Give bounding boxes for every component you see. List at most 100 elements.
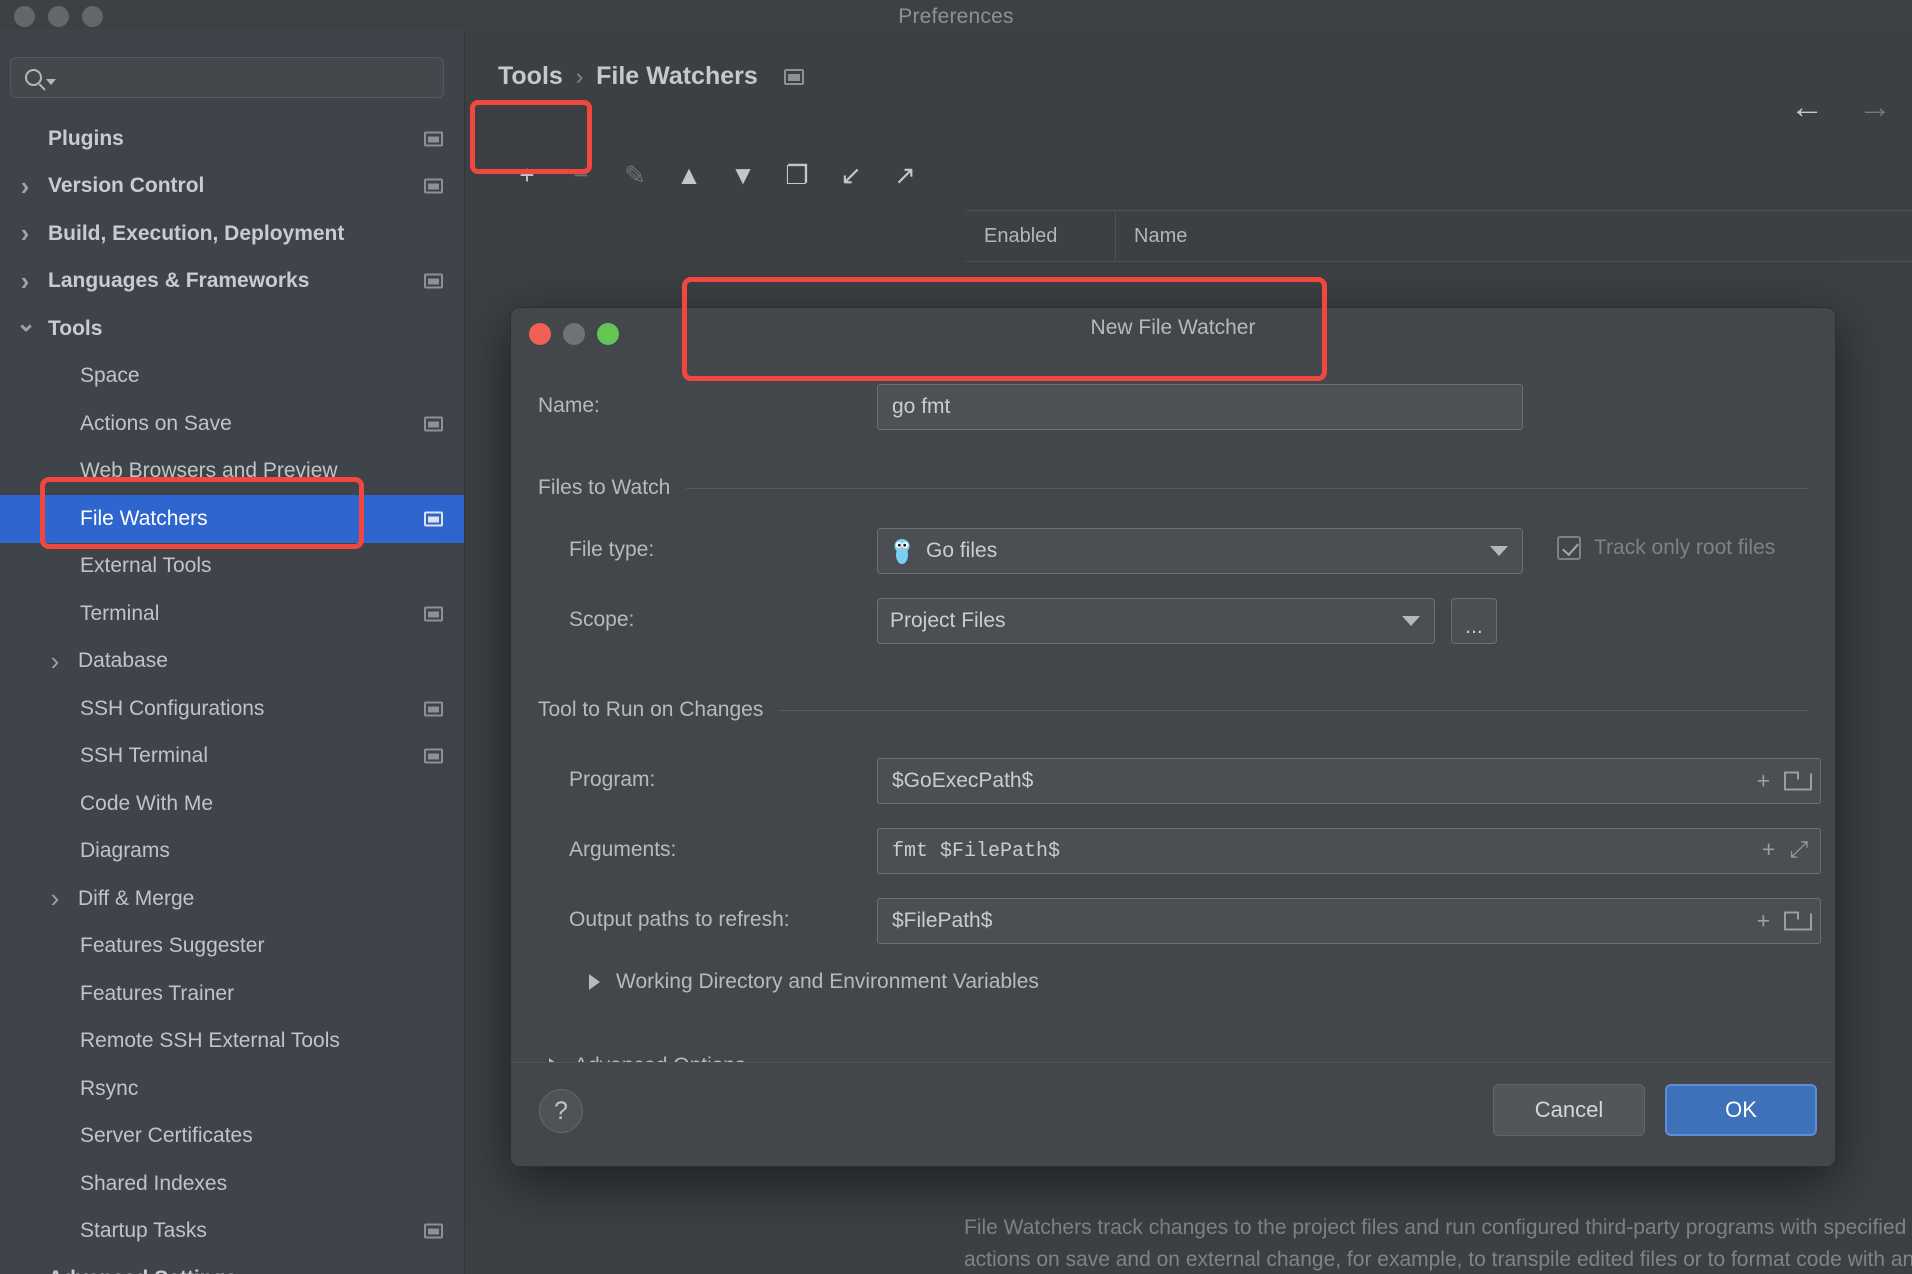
dialog-footer: ? Cancel OK xyxy=(511,1062,1835,1166)
remove-watcher-button[interactable]: − xyxy=(554,151,608,199)
copy-watcher-button[interactable]: ❐ xyxy=(770,151,824,199)
file-type-label: File type: xyxy=(569,538,655,561)
sidebar-item-startup-tasks[interactable]: Startup Tasks xyxy=(0,1208,464,1256)
navigation-arrows[interactable]: ← → xyxy=(1790,90,1892,124)
sidebar-item-label: Advanced Settings xyxy=(48,1267,237,1274)
program-input[interactable]: $GoExecPath$ + xyxy=(877,758,1821,804)
window-badge-icon xyxy=(424,416,443,432)
search-box[interactable] xyxy=(10,57,444,98)
program-row: Program: $GoExecPath$ + xyxy=(511,758,1835,804)
working-directory-disclosure[interactable]: Working Directory and Environment Variab… xyxy=(589,970,1039,994)
track-only-root-files-checkbox[interactable]: Track only root files xyxy=(1557,536,1775,560)
sidebar-item-features-trainer[interactable]: Features Trainer xyxy=(0,970,464,1018)
cancel-button[interactable]: Cancel xyxy=(1493,1084,1645,1136)
sidebar-item-features-suggester[interactable]: Features Suggester xyxy=(0,923,464,971)
name-input[interactable] xyxy=(877,384,1523,430)
sidebar-item-ssh-configurations[interactable]: SSH Configurations xyxy=(0,685,464,733)
sidebar-item-web-browsers-and-preview[interactable]: Web Browsers and Preview xyxy=(0,448,464,496)
sidebar-item-label: File Watchers xyxy=(80,506,208,530)
help-button[interactable]: ? xyxy=(539,1089,583,1133)
sidebar-item-server-certificates[interactable]: Server Certificates xyxy=(0,1113,464,1161)
sidebar-item-diagrams[interactable]: Diagrams xyxy=(0,828,464,876)
preferences-sidebar[interactable]: Plugins Version Control Build, Execution, … xyxy=(0,30,465,1274)
sidebar-item-actions-on-save[interactable]: Actions on Save xyxy=(0,400,464,448)
new-file-watcher-dialog[interactable]: New File Watcher Name: Files to Watch Fi… xyxy=(510,307,1836,1167)
add-watcher-button[interactable]: + xyxy=(500,151,554,199)
chevron-right-icon[interactable] xyxy=(16,268,34,295)
scope-browse-button[interactable]: ... xyxy=(1451,598,1497,644)
chevron-right-icon[interactable] xyxy=(16,173,34,200)
window-badge-icon xyxy=(424,701,443,717)
sidebar-item-terminal[interactable]: Terminal xyxy=(0,590,464,638)
column-header-enabled[interactable]: Enabled xyxy=(966,210,1116,262)
breadcrumb-parent[interactable]: Tools xyxy=(498,62,563,91)
chevron-right-icon[interactable] xyxy=(46,885,64,912)
sidebar-item-build-execution-deployment[interactable]: Build, Execution, Deployment xyxy=(0,210,464,258)
sidebar-item-external-tools[interactable]: External Tools xyxy=(0,543,464,591)
export-watcher-button[interactable]: ↗ xyxy=(878,151,932,199)
sidebar-item-version-control[interactable]: Version Control xyxy=(0,163,464,211)
ok-button[interactable]: OK xyxy=(1665,1084,1817,1136)
import-watcher-button[interactable]: ↙ xyxy=(824,151,878,199)
sidebar-item-label: Code With Me xyxy=(80,791,214,815)
move-up-button[interactable]: ▲ xyxy=(662,151,716,199)
sidebar-item-label: Server Certificates xyxy=(80,1124,253,1148)
browse-folder-icon[interactable] xyxy=(1784,771,1812,791)
output-paths-value: $FilePath$ xyxy=(892,909,993,932)
tool-to-run-title: Tool to Run on Changes xyxy=(538,698,764,721)
sidebar-item-shared-indexes[interactable]: Shared Indexes xyxy=(0,1160,464,1208)
browse-folder-icon[interactable] xyxy=(1784,911,1812,931)
output-paths-row: Output paths to refresh: $FilePath$ + xyxy=(511,898,1835,944)
move-down-button[interactable]: ▼ xyxy=(716,151,770,199)
chevron-down-icon[interactable] xyxy=(16,317,34,341)
sidebar-item-label: Remote SSH External Tools xyxy=(80,1029,340,1053)
program-field-icons: + xyxy=(1757,768,1812,795)
settings-search[interactable] xyxy=(10,57,444,98)
insert-macro-icon[interactable]: + xyxy=(1757,908,1770,935)
chevron-right-icon[interactable] xyxy=(46,648,64,675)
chevron-right-icon[interactable] xyxy=(16,220,34,247)
window-badge-icon xyxy=(424,748,443,764)
expand-editor-icon[interactable]: ⤢ xyxy=(1790,838,1808,864)
column-header-name[interactable]: Name xyxy=(1116,210,1912,262)
insert-macro-icon[interactable]: + xyxy=(1757,768,1770,795)
sidebar-item-file-watchers[interactable]: File Watchers xyxy=(0,495,464,543)
chevron-down-icon[interactable] xyxy=(1402,616,1420,626)
plus-icon: + xyxy=(519,159,535,190)
file-watchers-table[interactable]: Enabled Name Level xyxy=(966,210,1912,265)
sidebar-item-diff-merge[interactable]: Diff & Merge xyxy=(0,875,464,923)
sidebar-item-ssh-terminal[interactable]: SSH Terminal xyxy=(0,733,464,781)
output-paths-input[interactable]: $FilePath$ + xyxy=(877,898,1821,944)
sidebar-item-label: Space xyxy=(80,364,140,388)
sidebar-item-advanced-settings[interactable]: Advanced Settings xyxy=(0,1255,464,1274)
file-watchers-toolbar[interactable]: + − ✎ ▲ ▼ ❐ ↙ ↗ xyxy=(488,148,1888,202)
name-label: Name: xyxy=(538,394,600,417)
scope-value: Project Files xyxy=(890,609,1006,632)
sidebar-item-remote-ssh-external-tools[interactable]: Remote SSH External Tools xyxy=(0,1018,464,1066)
checkbox-checked-icon[interactable] xyxy=(1557,536,1581,560)
output-paths-label: Output paths to refresh: xyxy=(569,908,790,931)
go-gopher-icon xyxy=(894,539,910,564)
arguments-value: fmt $FilePath$ xyxy=(892,839,1061,863)
insert-macro-icon[interactable]: + xyxy=(1762,838,1776,864)
sidebar-item-space[interactable]: Space xyxy=(0,353,464,401)
file-type-combobox[interactable]: Go files xyxy=(877,528,1523,574)
file-watchers-description: File Watchers track changes to the proje… xyxy=(964,1216,1912,1271)
chevron-down-icon[interactable] xyxy=(1490,546,1508,556)
edit-watcher-button[interactable]: ✎ xyxy=(608,151,662,199)
sidebar-item-tools[interactable]: Tools xyxy=(0,305,464,353)
scope-combobox[interactable]: Project Files xyxy=(877,598,1435,644)
sidebar-item-database[interactable]: Database xyxy=(0,638,464,686)
back-arrow-icon[interactable]: ← xyxy=(1790,90,1824,124)
sidebar-item-rsync[interactable]: Rsync xyxy=(0,1065,464,1113)
sidebar-item-plugins[interactable]: Plugins xyxy=(0,115,464,163)
files-to-watch-title: Files to Watch xyxy=(538,476,671,499)
settings-tree[interactable]: Plugins Version Control Build, Execution, … xyxy=(0,115,464,1274)
sidebar-item-code-with-me[interactable]: Code With Me xyxy=(0,780,464,828)
arguments-input[interactable]: fmt $FilePath$ + ⤢ xyxy=(877,828,1821,874)
search-icon xyxy=(25,69,42,86)
forward-arrow-icon[interactable]: → xyxy=(1858,90,1892,124)
chevron-down-icon[interactable] xyxy=(46,79,56,85)
search-input[interactable] xyxy=(56,67,443,88)
sidebar-item-languages-frameworks[interactable]: Languages & Frameworks xyxy=(0,258,464,306)
